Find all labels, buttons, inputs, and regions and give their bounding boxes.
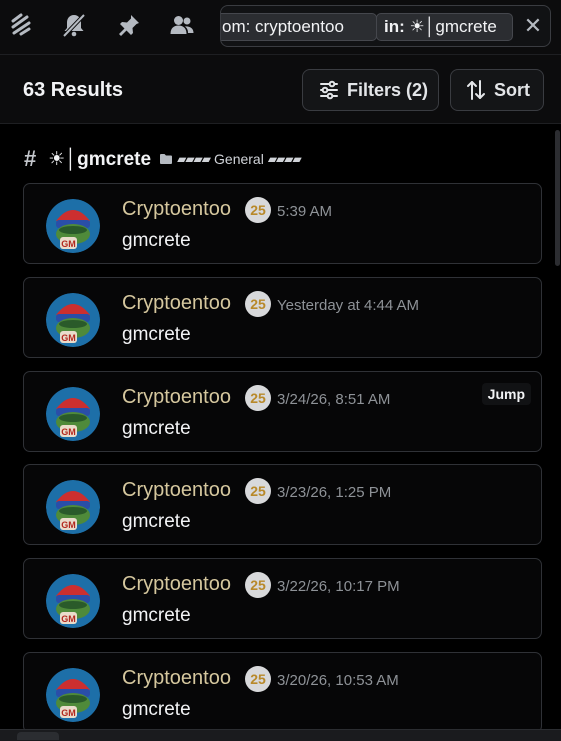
search-chip-from-text: om: cryptoentoo [222, 17, 344, 36]
category-name: General [214, 151, 264, 167]
search-result-card[interactable]: GM Cryptoentoo 25 3/20/26, 10:53 AM gmcr… [23, 652, 542, 733]
avatar[interactable]: GM [46, 574, 100, 628]
folder-icon [159, 153, 173, 165]
channel-heading[interactable]: # ☀│gmcrete ▰▰▰▰ General ▰▰▰▰ [24, 146, 305, 172]
server-tag-badge: 25 [245, 291, 271, 317]
jump-button[interactable]: Jump [481, 383, 531, 405]
members-icon[interactable] [169, 10, 195, 40]
avatar[interactable]: GM [46, 480, 100, 534]
server-tag-badge: 25 [245, 666, 271, 692]
server-tag-badge: 25 [245, 572, 271, 598]
server-tag-badge: 25 [245, 478, 271, 504]
search-chip-in-value: ☀│gmcrete [409, 17, 497, 36]
search-result-card[interactable]: GM Cryptoentoo 25 5:39 AM gmcrete [23, 183, 542, 264]
search-result-card[interactable]: GM Cryptoentoo 25 3/22/26, 10:17 PM gmcr… [23, 558, 542, 639]
search-input[interactable]: om: cryptoentoo in: ☀│gmcrete ✕ [220, 5, 551, 47]
author-name[interactable]: Cryptoentoo [122, 573, 231, 596]
search-chip-in[interactable]: in: ☀│gmcrete [376, 13, 513, 41]
bell-muted-icon[interactable] [61, 10, 87, 40]
author-name[interactable]: Cryptoentoo [122, 292, 231, 315]
pin-icon[interactable] [116, 10, 142, 40]
channel-hash-icon: # [24, 146, 37, 171]
sort-button[interactable]: Sort [450, 69, 544, 111]
message-content: gmcrete [122, 324, 191, 345]
svg-text:GM: GM [61, 708, 76, 718]
threads-icon[interactable] [8, 10, 34, 40]
avatar[interactable]: GM [46, 387, 100, 441]
message-content: gmcrete [122, 511, 191, 532]
bottom-tab[interactable] [17, 732, 59, 740]
message-content: gmcrete [122, 230, 191, 251]
server-tag-badge: 25 [245, 197, 271, 223]
sort-arrows-icon [467, 80, 485, 100]
close-icon[interactable]: ✕ [521, 14, 545, 38]
message-timestamp: 3/20/26, 10:53 AM [277, 672, 399, 689]
filters-label: Filters (2) [347, 79, 429, 100]
author-name[interactable]: Cryptoentoo [122, 479, 231, 502]
channel-name: ☀│gmcrete [48, 148, 152, 170]
message-timestamp: 3/22/26, 10:17 PM [277, 578, 400, 595]
results-header: 63 Results Filters (2) Sort [0, 55, 561, 124]
search-result-card[interactable]: GM Cryptoentoo 25 3/24/26, 8:51 AM gmcre… [23, 371, 542, 452]
message-content: gmcrete [122, 699, 191, 720]
filters-button[interactable]: Filters (2) [302, 69, 439, 111]
channel-toolbar: om: cryptoentoo in: ☀│gmcrete ✕ [0, 0, 561, 55]
message-timestamp: Yesterday at 4:44 AM [277, 297, 420, 314]
results-count: 63 Results [23, 79, 124, 101]
category-decoration-left: ▰▰▰▰ [177, 152, 211, 166]
sort-label: Sort [494, 79, 530, 100]
search-result-card[interactable]: GM Cryptoentoo 25 3/23/26, 1:25 PM gmcre… [23, 464, 542, 545]
avatar[interactable]: GM [46, 293, 100, 347]
avatar[interactable]: GM [46, 199, 100, 253]
svg-text:GM: GM [61, 520, 76, 530]
bottom-bar [0, 729, 561, 741]
search-chip-from[interactable]: om: cryptoentoo [221, 13, 377, 41]
svg-text:GM: GM [61, 614, 76, 624]
svg-text:GM: GM [61, 239, 76, 249]
message-timestamp: 3/23/26, 1:25 PM [277, 484, 392, 501]
message-timestamp: 3/24/26, 8:51 AM [277, 391, 391, 408]
author-name[interactable]: Cryptoentoo [122, 386, 231, 409]
author-name[interactable]: Cryptoentoo [122, 667, 231, 690]
search-chip-in-key: in: [384, 17, 405, 36]
sliders-icon [320, 80, 338, 100]
message-content: gmcrete [122, 418, 191, 439]
svg-text:GM: GM [61, 427, 76, 437]
author-name[interactable]: Cryptoentoo [122, 198, 231, 221]
svg-text:GM: GM [61, 333, 76, 343]
server-tag-badge: 25 [245, 385, 271, 411]
category-decoration-right: ▰▰▰▰ [267, 152, 302, 166]
scrollbar-thumb[interactable] [555, 130, 560, 266]
message-timestamp: 5:39 AM [277, 203, 333, 220]
search-result-card[interactable]: GM Cryptoentoo 25 Yesterday at 4:44 AM g… [23, 277, 542, 358]
message-content: gmcrete [122, 605, 191, 626]
avatar[interactable]: GM [46, 668, 100, 722]
